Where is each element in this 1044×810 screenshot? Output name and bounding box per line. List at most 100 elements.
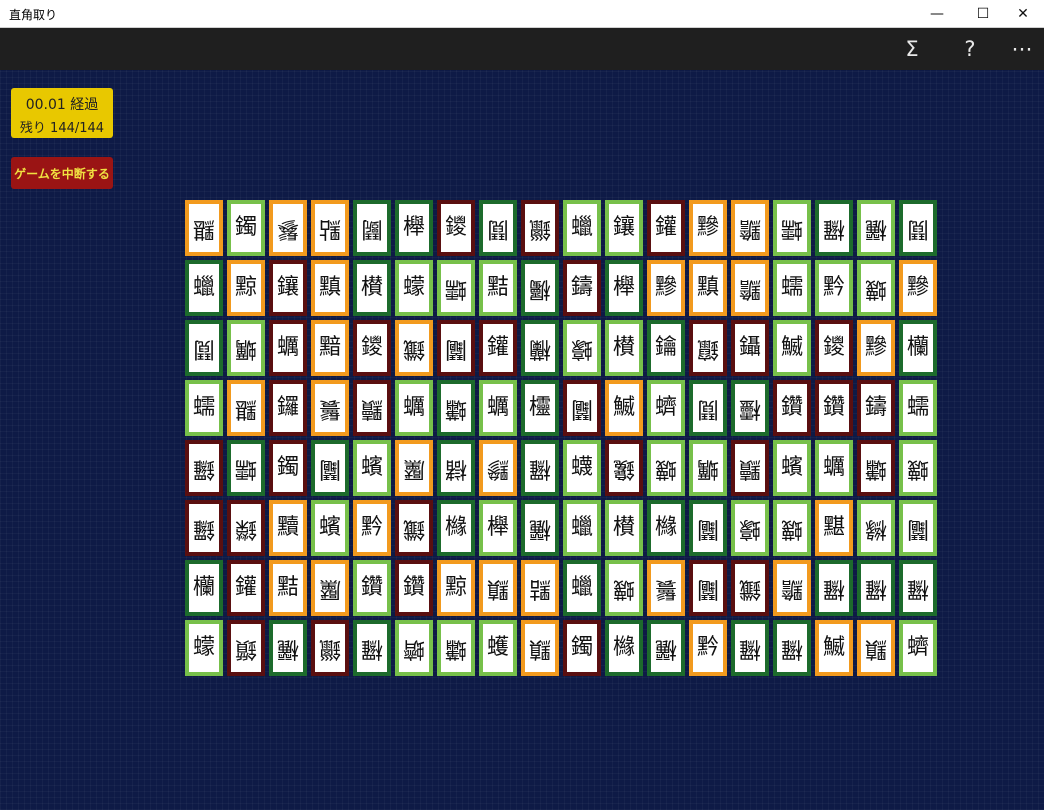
tile[interactable]: 鑄 bbox=[563, 260, 601, 316]
tile[interactable]: 黠 bbox=[479, 260, 517, 316]
tile[interactable]: 蠣 bbox=[815, 440, 853, 496]
tile[interactable]: 櫞 bbox=[605, 620, 643, 676]
tile[interactable]: 黥 bbox=[437, 560, 475, 616]
tile[interactable]: 欗 bbox=[185, 560, 223, 616]
tile[interactable]: 鑽 bbox=[815, 380, 853, 436]
tile[interactable]: 欐 bbox=[647, 620, 685, 676]
tile[interactable]: 蠨 bbox=[437, 380, 475, 436]
tile[interactable]: 蠨 bbox=[857, 440, 895, 496]
tile[interactable]: 櫞 bbox=[647, 500, 685, 556]
tile[interactable]: 蠣 bbox=[269, 320, 307, 376]
tile[interactable]: 鰄 bbox=[605, 380, 643, 436]
tile[interactable]: 黰 bbox=[521, 620, 559, 676]
tile[interactable]: 蠖 bbox=[479, 620, 517, 676]
tile[interactable]: 鑯 bbox=[395, 500, 433, 556]
tile[interactable]: 鑽 bbox=[773, 380, 811, 436]
tile[interactable]: 蠣 bbox=[227, 320, 265, 376]
tile[interactable]: 鐲 bbox=[269, 440, 307, 496]
tile[interactable]: 鬮 bbox=[437, 320, 475, 376]
tile[interactable]: 鬮 bbox=[689, 560, 727, 616]
tile[interactable]: 蠕 bbox=[899, 380, 937, 436]
tile[interactable]: 櫧 bbox=[437, 440, 475, 496]
tile[interactable]: 蠨 bbox=[437, 620, 475, 676]
tile[interactable]: 黲 bbox=[479, 440, 517, 496]
tile[interactable]: 蠟 bbox=[563, 560, 601, 616]
tile[interactable]: 櫞 bbox=[437, 500, 475, 556]
tile[interactable]: 黵 bbox=[773, 560, 811, 616]
tile[interactable]: 蠛 bbox=[563, 440, 601, 496]
tile[interactable]: 欐 bbox=[857, 200, 895, 256]
tile[interactable]: 櫸 bbox=[395, 200, 433, 256]
tile[interactable]: 鬖 bbox=[269, 200, 307, 256]
tile[interactable]: 欏 bbox=[773, 620, 811, 676]
tile[interactable]: 蠓 bbox=[395, 260, 433, 316]
tile[interactable]: 鑯 bbox=[731, 560, 769, 616]
tile[interactable]: 黵 bbox=[731, 200, 769, 256]
tile[interactable]: 黲 bbox=[689, 200, 727, 256]
tile[interactable]: 蠟 bbox=[563, 500, 601, 556]
tile[interactable]: 黷 bbox=[353, 380, 391, 436]
tile[interactable]: 黮 bbox=[227, 380, 265, 436]
tile[interactable]: 鬩 bbox=[185, 320, 223, 376]
tile[interactable]: 黠 bbox=[269, 560, 307, 616]
tile[interactable]: 黮 bbox=[815, 500, 853, 556]
tile[interactable]: 鑅 bbox=[227, 500, 265, 556]
tile[interactable]: 黰 bbox=[857, 620, 895, 676]
tile[interactable]: 欐 bbox=[269, 620, 307, 676]
tile[interactable]: 鬩 bbox=[689, 380, 727, 436]
tile[interactable]: 黮 bbox=[185, 200, 223, 256]
tile[interactable]: 櫸 bbox=[605, 260, 643, 316]
tile[interactable]: 鑼 bbox=[185, 500, 223, 556]
tile[interactable]: 蠐 bbox=[899, 620, 937, 676]
tile[interactable]: 蠔 bbox=[731, 500, 769, 556]
tile[interactable]: 鑁 bbox=[353, 320, 391, 376]
tile[interactable]: 櫞 bbox=[857, 500, 895, 556]
tile[interactable]: 黰 bbox=[479, 560, 517, 616]
tile[interactable]: 鰄 bbox=[773, 320, 811, 376]
close-button[interactable]: ✕ bbox=[1000, 0, 1044, 28]
tile[interactable]: 鑯 bbox=[395, 320, 433, 376]
tile[interactable]: 蠐 bbox=[647, 380, 685, 436]
tile[interactable]: 蠛 bbox=[857, 260, 895, 316]
tile[interactable]: 蠕 bbox=[227, 440, 265, 496]
tile[interactable]: 蠙 bbox=[353, 440, 391, 496]
tile[interactable]: 蠟 bbox=[185, 260, 223, 316]
tile[interactable]: 鑁 bbox=[437, 200, 475, 256]
tile[interactable]: 欏 bbox=[731, 620, 769, 676]
tile[interactable]: 鬟 bbox=[311, 380, 349, 436]
tile[interactable]: 蠛 bbox=[899, 440, 937, 496]
tile[interactable]: 蠕 bbox=[773, 260, 811, 316]
tile[interactable]: 蠛 bbox=[605, 560, 643, 616]
tile[interactable]: 蠙 bbox=[311, 500, 349, 556]
tile[interactable]: 鐲 bbox=[563, 620, 601, 676]
tile[interactable]: 蠛 bbox=[773, 500, 811, 556]
tile[interactable]: 蠣 bbox=[689, 440, 727, 496]
tile[interactable]: 鑁 bbox=[815, 320, 853, 376]
tile[interactable]: 黲 bbox=[857, 320, 895, 376]
tile[interactable]: 鑽 bbox=[395, 560, 433, 616]
tile[interactable]: 欏 bbox=[521, 440, 559, 496]
tile[interactable]: 鬮 bbox=[311, 440, 349, 496]
tile[interactable]: 鑵 bbox=[647, 200, 685, 256]
tile[interactable]: 蠓 bbox=[185, 620, 223, 676]
tile[interactable]: 鑵 bbox=[479, 320, 517, 376]
tile[interactable]: 鑄 bbox=[857, 380, 895, 436]
tile[interactable]: 蠔 bbox=[563, 320, 601, 376]
tile[interactable]: 蠕 bbox=[773, 200, 811, 256]
tile[interactable]: 黲 bbox=[899, 260, 937, 316]
tile[interactable]: 黷 bbox=[269, 500, 307, 556]
tile[interactable]: 欐 bbox=[521, 500, 559, 556]
help-icon[interactable]: ? bbox=[948, 28, 992, 70]
tile[interactable]: 鐲 bbox=[227, 200, 265, 256]
tile[interactable]: 欏 bbox=[815, 560, 853, 616]
tile[interactable]: 鑼 bbox=[185, 440, 223, 496]
tile[interactable]: 蠕 bbox=[437, 260, 475, 316]
tile[interactable]: 黰 bbox=[311, 260, 349, 316]
tile[interactable]: 點 bbox=[311, 200, 349, 256]
tile[interactable]: 鑞 bbox=[311, 620, 349, 676]
tile[interactable]: 欗 bbox=[521, 320, 559, 376]
tile[interactable]: 鬮 bbox=[689, 500, 727, 556]
tile[interactable]: 鑰 bbox=[647, 320, 685, 376]
tile[interactable]: 蠟 bbox=[563, 200, 601, 256]
tile[interactable]: 蠛 bbox=[647, 440, 685, 496]
